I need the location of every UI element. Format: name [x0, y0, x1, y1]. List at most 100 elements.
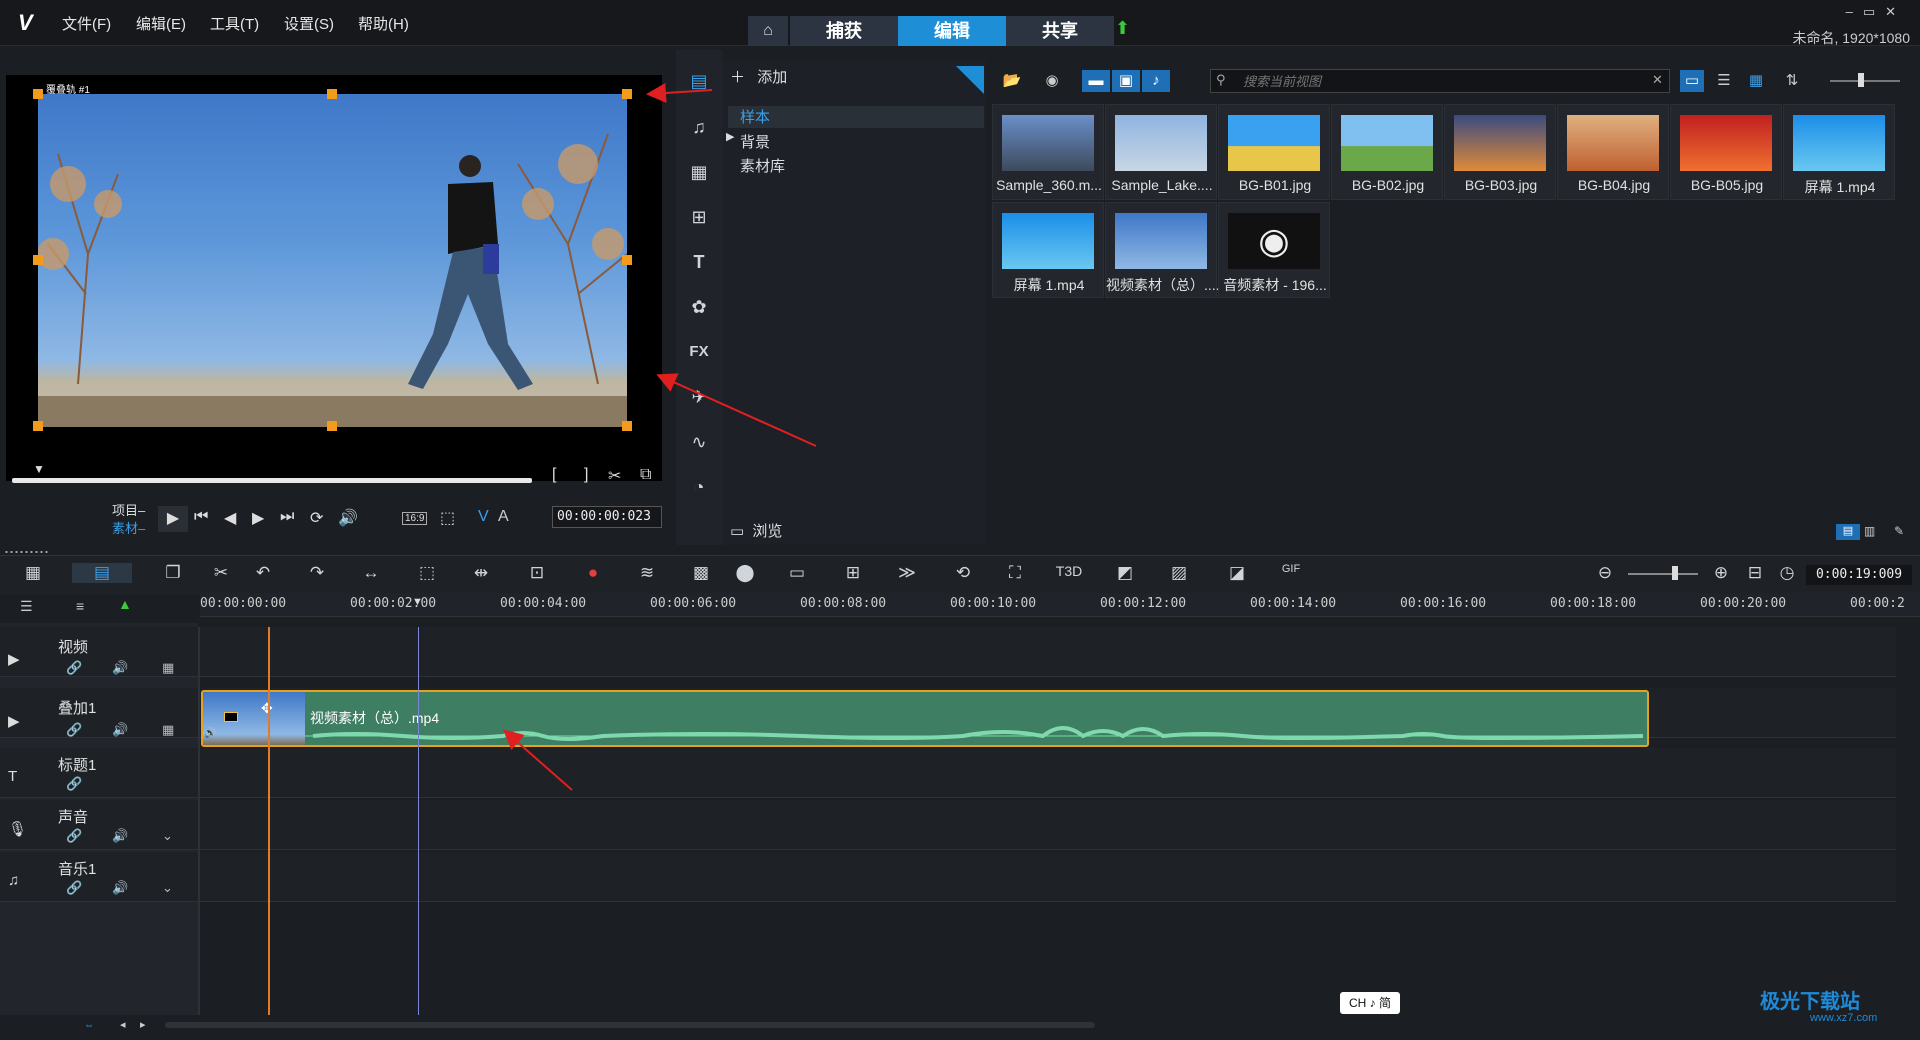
media-thumbnail[interactable]: 屏幕 1.mp4 — [992, 202, 1104, 298]
fit-project-icon[interactable]: ⊟ — [1740, 563, 1770, 583]
upload-icon[interactable]: ⬆ — [1115, 18, 1130, 39]
ruler-marker-icon[interactable]: ▼ — [412, 596, 423, 608]
media-thumbnail[interactable]: BG-B03.jpg — [1444, 104, 1556, 200]
resize-handle[interactable] — [622, 89, 632, 99]
track-manager-icon[interactable]: ☰ — [20, 598, 33, 615]
record-capture-icon[interactable]: ● — [578, 563, 608, 583]
video-track-toggle-icon[interactable]: V — [478, 508, 489, 526]
scroll-right-icon[interactable]: ▸ — [140, 1018, 146, 1031]
expand-arrow-icon[interactable]: ▶ — [726, 130, 734, 143]
mask-icon[interactable]: ⬤ — [730, 563, 760, 583]
split-clip-icon[interactable]: ✂ — [608, 466, 621, 486]
add-folder-button[interactable]: ＋ 添加 — [730, 66, 980, 96]
home-icon[interactable]: ⌂ — [748, 16, 788, 46]
fit-icon[interactable]: ⊡ — [522, 563, 552, 583]
grid-icon[interactable]: ▦ — [162, 660, 174, 676]
title-icon[interactable]: T — [680, 245, 718, 279]
vertical-scrollbar[interactable] — [1896, 627, 1910, 1015]
menu-file[interactable]: 文件(F) — [62, 13, 111, 34]
tab-capture[interactable]: 捕获 — [790, 16, 898, 46]
filter-video-icon[interactable]: ▬ — [1082, 70, 1110, 92]
motion-track-icon[interactable]: ✈ — [680, 380, 718, 414]
options-icon[interactable]: ✎ — [1894, 524, 1904, 538]
mark-out-icon[interactable]: ] — [584, 466, 588, 484]
media-thumbnail[interactable]: 屏幕 1.mp4 — [1783, 104, 1895, 200]
audio-track-toggle-icon[interactable]: A — [498, 508, 509, 526]
mute-icon[interactable]: 🔊 — [112, 880, 128, 896]
track-name-music[interactable]: 音乐1 — [58, 858, 96, 879]
enlarge-preview-icon[interactable]: ⧉ — [640, 466, 651, 484]
marker-icon[interactable]: ▲ — [118, 596, 132, 612]
repeat-icon[interactable]: ⟳ — [310, 508, 323, 528]
horizontal-scrollbar[interactable] — [165, 1022, 1095, 1028]
timeline-view-icon[interactable]: ▤ — [72, 563, 132, 583]
aspect-ratio-button[interactable]: 16:9 — [402, 512, 428, 525]
filter-audio-icon[interactable]: ♪ — [1142, 70, 1170, 92]
view-grid-icon[interactable]: ▦ — [1744, 70, 1768, 92]
track-name-video[interactable]: 视频 — [58, 636, 88, 657]
expand-icon[interactable]: ⌄ — [162, 828, 173, 844]
expand-icon[interactable]: ⌄ — [162, 880, 173, 896]
fit-timeline-icon[interactable]: ↔ — [356, 563, 386, 583]
track-name-voice[interactable]: 声音 — [58, 806, 88, 827]
resize-handle[interactable] — [327, 89, 337, 99]
audio-library-icon[interactable]: ♫ — [680, 110, 718, 144]
link-icon[interactable]: 🔗 — [66, 828, 82, 844]
chapter-icon[interactable]: ≡ — [76, 598, 84, 614]
redo-icon[interactable]: ↷ — [302, 563, 332, 583]
timeline-ruler[interactable] — [200, 593, 1920, 617]
color-grade-icon[interactable]: ◩ — [1110, 563, 1140, 583]
next-frame-icon[interactable]: ▶ — [252, 508, 264, 528]
music-track[interactable] — [0, 852, 1900, 902]
crop-clip-icon[interactable]: ⬚ — [412, 563, 442, 583]
media-thumbnail[interactable]: BG-B02.jpg — [1331, 104, 1443, 200]
media-library-icon[interactable]: ▤ — [680, 64, 718, 98]
home-frame-icon[interactable]: ⏮ — [194, 508, 208, 526]
motion-icon[interactable]: ▩ — [686, 563, 716, 583]
resize-handle[interactable] — [622, 421, 632, 431]
view-thumbnail-icon[interactable]: ▭ — [1680, 70, 1704, 92]
menu-tools[interactable]: 工具(T) — [210, 13, 259, 34]
media-thumbnail[interactable]: BG-B05.jpg — [1670, 104, 1782, 200]
play-icon[interactable]: ▶ — [158, 506, 188, 532]
filter-photo-icon[interactable]: ▣ — [1112, 70, 1140, 92]
mark-in-icon[interactable]: [ — [552, 466, 556, 484]
crop-icon[interactable]: ⬚ — [440, 508, 455, 528]
project-mode-label[interactable]: 项目– — [112, 500, 145, 519]
pan-zoom-icon[interactable]: ◪ — [1222, 563, 1252, 583]
mute-icon[interactable]: 🔊 — [112, 828, 128, 844]
menu-edit[interactable]: 编辑(E) — [136, 13, 186, 34]
voice-track[interactable] — [0, 800, 1900, 850]
tree-node-samples[interactable]: 样本 — [728, 106, 984, 128]
title-track[interactable] — [0, 748, 1900, 798]
media-thumbnail[interactable]: BG-B04.jpg — [1557, 104, 1669, 200]
link-icon[interactable]: 🔗 — [66, 660, 82, 676]
fx-filter-icon[interactable]: FX — [680, 335, 718, 369]
menu-help[interactable]: 帮助(H) — [358, 13, 409, 34]
media-thumbnail[interactable]: 视频素材（总）.... — [1105, 202, 1218, 298]
end-frame-icon[interactable]: ⏭ — [280, 508, 294, 526]
media-thumbnail[interactable]: ◉ 音频素材 - 196... — [1218, 202, 1330, 298]
tab-edit[interactable]: 编辑 — [898, 16, 1006, 46]
instant-project-icon[interactable]: ▦ — [680, 155, 718, 189]
tab-share[interactable]: 共享 — [1006, 16, 1114, 46]
scrubber-bar[interactable] — [12, 478, 532, 483]
menu-settings[interactable]: 设置(S) — [284, 13, 334, 34]
graphics-icon[interactable]: ✿ — [680, 290, 718, 324]
copy-attributes-icon[interactable]: ❐ — [158, 563, 188, 583]
sort-icon[interactable]: ⇅ — [1780, 70, 1804, 92]
volume-icon[interactable]: 🔊 — [338, 508, 358, 528]
media-thumbnail[interactable]: Sample_360.m... — [992, 104, 1104, 200]
trim-icon[interactable]: ⇹ — [466, 563, 496, 583]
rotate-icon[interactable]: ⟲ — [948, 563, 978, 583]
video-track[interactable] — [0, 627, 1900, 677]
scroll-left-icon[interactable]: ◂ — [120, 1018, 126, 1031]
speed-ramp-icon[interactable]: ≫ — [892, 563, 922, 583]
zoom-in-icon[interactable]: ⊕ — [1706, 563, 1736, 583]
zoom-slider-knob[interactable] — [1672, 566, 1678, 580]
media-thumbnail[interactable]: Sample_Lake.... — [1105, 104, 1217, 200]
audio-mixer-icon[interactable]: ≋ — [632, 563, 662, 583]
scrubber-knob[interactable]: ▼ — [33, 462, 45, 476]
mute-icon[interactable]: 🔊 — [112, 722, 128, 738]
zoom-slider[interactable] — [1628, 573, 1698, 575]
